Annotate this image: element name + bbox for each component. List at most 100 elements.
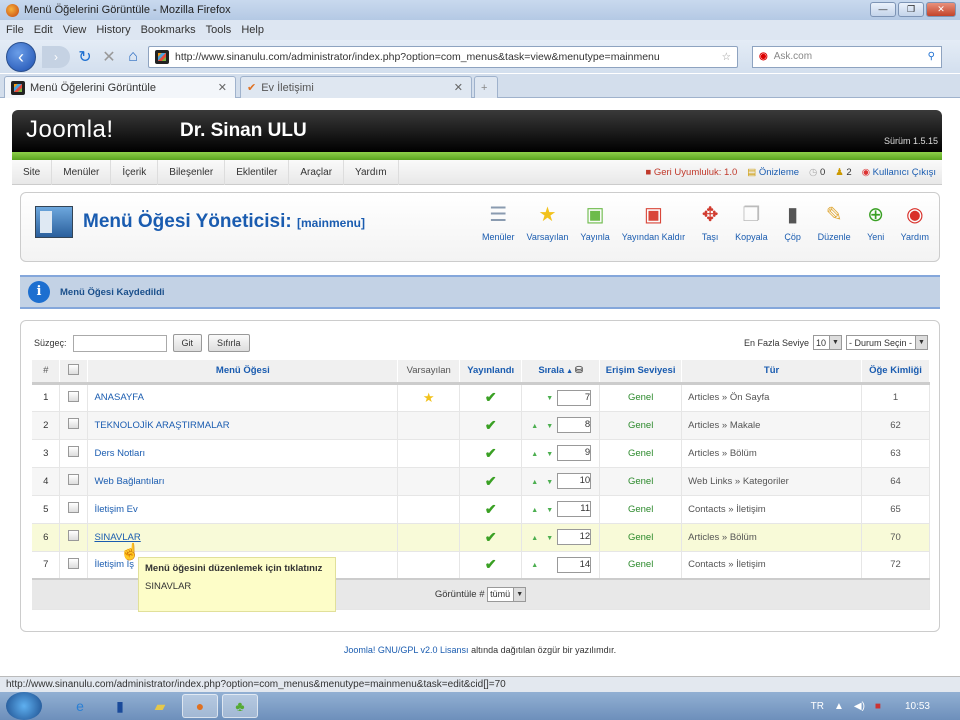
access-level[interactable]: Genel xyxy=(599,383,683,412)
access-level[interactable]: Genel xyxy=(599,551,683,580)
col-select-all[interactable] xyxy=(59,360,89,385)
menu-item-link[interactable]: TEKNOLOJİK ARAŞTIRMALAR xyxy=(87,411,399,440)
move-down-icon[interactable]: ▼ xyxy=(546,451,553,458)
word-icon[interactable]: ▮ xyxy=(102,694,138,718)
row-checkbox[interactable] xyxy=(68,446,80,457)
default-cell[interactable] xyxy=(397,411,461,440)
toolbar-button-star[interactable]: ★ Varsayılan xyxy=(521,201,575,243)
close-tab-icon[interactable]: ✕ xyxy=(454,81,463,94)
published-check-icon[interactable]: ✔ xyxy=(485,529,497,545)
close-button[interactable]: ✕ xyxy=(926,2,956,17)
tab-active[interactable]: Menü Öğelerini Görüntüle ✕ xyxy=(4,76,236,98)
home-icon[interactable]: ⌂ xyxy=(124,48,142,66)
toolbar-button-help[interactable]: ◉ Yardım xyxy=(895,201,935,243)
order-input[interactable]: 14 xyxy=(557,556,592,573)
order-input[interactable]: 7 xyxy=(557,389,592,406)
language-indicator[interactable]: TR xyxy=(811,701,824,712)
toolbar-button-menus[interactable]: ☰ Menüler xyxy=(476,201,521,243)
order-input[interactable]: 10 xyxy=(557,473,592,489)
access-level[interactable]: Genel xyxy=(599,495,683,524)
move-down-icon[interactable]: ▼ xyxy=(546,479,553,486)
row-checkbox[interactable] xyxy=(68,474,80,485)
network-icon[interactable]: ▲ xyxy=(834,701,844,712)
move-down-icon[interactable]: ▼ xyxy=(546,395,553,402)
published-cell[interactable]: ✔ xyxy=(459,411,523,440)
move-up-icon[interactable]: ▲ xyxy=(531,535,538,542)
published-cell[interactable]: ✔ xyxy=(459,523,523,552)
preview-link[interactable]: ▤ Önizleme xyxy=(747,167,799,178)
menu-tools[interactable]: Tools xyxy=(206,24,232,36)
go-button[interactable]: Git xyxy=(172,334,203,352)
admin-menu-tools[interactable]: Araçlar xyxy=(289,159,345,185)
col-published[interactable]: Yayınlandı xyxy=(459,360,523,385)
published-cell[interactable]: ✔ xyxy=(459,439,523,468)
row-checkbox[interactable] xyxy=(68,418,80,429)
col-menu-item[interactable]: Menü Öğesi xyxy=(87,360,399,385)
published-check-icon[interactable]: ✔ xyxy=(485,473,497,489)
published-check-icon[interactable]: ✔ xyxy=(485,417,497,433)
col-access[interactable]: Erişim Seviyesi xyxy=(599,360,683,385)
minimize-button[interactable]: — xyxy=(870,2,896,17)
published-check-icon[interactable]: ✔ xyxy=(485,445,497,461)
start-button[interactable] xyxy=(6,692,42,720)
tab-inactive[interactable]: ✔ Ev İletişimi ✕ xyxy=(240,76,472,98)
default-cell[interactable] xyxy=(397,439,461,468)
row-checkbox[interactable] xyxy=(68,557,80,569)
order-input[interactable]: 8 xyxy=(557,417,592,433)
stop-icon[interactable]: ✕ xyxy=(100,47,118,67)
toolbar-button-copy[interactable]: ❐ Kopyala xyxy=(729,201,774,243)
menu-view[interactable]: View xyxy=(63,24,87,36)
search-box[interactable]: ◉ Ask.com ⚲ xyxy=(752,45,942,68)
col-order[interactable]: Sırala ▲ ⛁ xyxy=(521,360,601,385)
filter-input[interactable] xyxy=(72,334,167,352)
admin-menu-menus[interactable]: Menüler xyxy=(52,159,112,185)
admin-menu-extensions[interactable]: Eklentiler xyxy=(225,159,290,185)
max-level-select[interactable]: 10 ▼ xyxy=(812,335,842,350)
limit-select[interactable]: tümü ▼ xyxy=(487,586,527,602)
users-count[interactable]: ♟ 2 xyxy=(835,167,851,178)
select-all-checkbox[interactable] xyxy=(68,363,80,375)
toolbar-button-trash[interactable]: ▮ Çöp xyxy=(774,201,812,243)
default-cell[interactable] xyxy=(397,467,461,496)
menu-bookmarks[interactable]: Bookmarks xyxy=(141,24,196,36)
move-down-icon[interactable]: ▼ xyxy=(546,423,553,430)
default-cell[interactable] xyxy=(397,495,461,524)
toolbar-button-new[interactable]: ⊕ Yeni xyxy=(857,201,895,243)
url-bar[interactable]: http://www.sinanulu.com/administrator/in… xyxy=(148,45,738,68)
admin-menu-content[interactable]: İçerik xyxy=(111,159,159,185)
close-tab-icon[interactable]: ✕ xyxy=(218,81,227,94)
bookmark-star-icon[interactable]: ☆ xyxy=(722,51,731,63)
admin-menu-help[interactable]: Yardım xyxy=(344,159,399,185)
order-input[interactable]: 9 xyxy=(557,445,592,461)
menu-edit[interactable]: Edit xyxy=(34,24,53,36)
col-item-id[interactable]: Öğe Kimliği xyxy=(861,360,931,385)
firefox-taskbar-icon[interactable]: ● xyxy=(182,694,218,718)
menu-history[interactable]: History xyxy=(96,24,130,36)
default-cell[interactable] xyxy=(397,551,461,580)
security-icon[interactable]: ■ xyxy=(875,701,881,712)
published-check-icon[interactable]: ✔ xyxy=(485,501,497,517)
row-checkbox[interactable] xyxy=(68,390,80,402)
app-taskbar-icon[interactable]: ♣ xyxy=(222,694,258,718)
back-button[interactable]: ‹ xyxy=(6,41,36,72)
menu-item-link[interactable]: ANASAYFA xyxy=(87,383,399,412)
menu-file[interactable]: File xyxy=(6,24,24,36)
row-checkbox[interactable] xyxy=(68,502,80,513)
state-select[interactable]: - Durum Seçin - ▼ xyxy=(845,335,928,350)
published-cell[interactable]: ✔ xyxy=(459,495,523,524)
move-down-icon[interactable]: ▼ xyxy=(546,507,553,514)
clock[interactable]: 10:53 xyxy=(905,701,930,712)
maximize-button[interactable]: ❐ xyxy=(898,2,924,17)
toolbar-button-unpublish[interactable]: ▣ Yayından Kaldır xyxy=(616,201,691,243)
access-level[interactable]: Genel xyxy=(599,411,683,440)
forward-button[interactable]: › xyxy=(42,45,70,68)
search-icon[interactable]: ⚲ xyxy=(928,51,935,62)
logout-link[interactable]: ◉ Kullanıcı Çıkışı xyxy=(862,167,936,178)
menu-item-link[interactable]: İletişim Ev xyxy=(87,495,399,524)
messages-count[interactable]: ◷ 0 xyxy=(809,167,825,178)
order-input[interactable]: 12 xyxy=(557,529,592,545)
access-level[interactable]: Genel xyxy=(599,439,683,468)
move-up-icon[interactable]: ▲ xyxy=(531,423,538,430)
license-link[interactable]: Joomla! GNU/GPL v2.0 Lisansı xyxy=(344,645,469,655)
reload-icon[interactable]: ↻ xyxy=(76,47,94,67)
